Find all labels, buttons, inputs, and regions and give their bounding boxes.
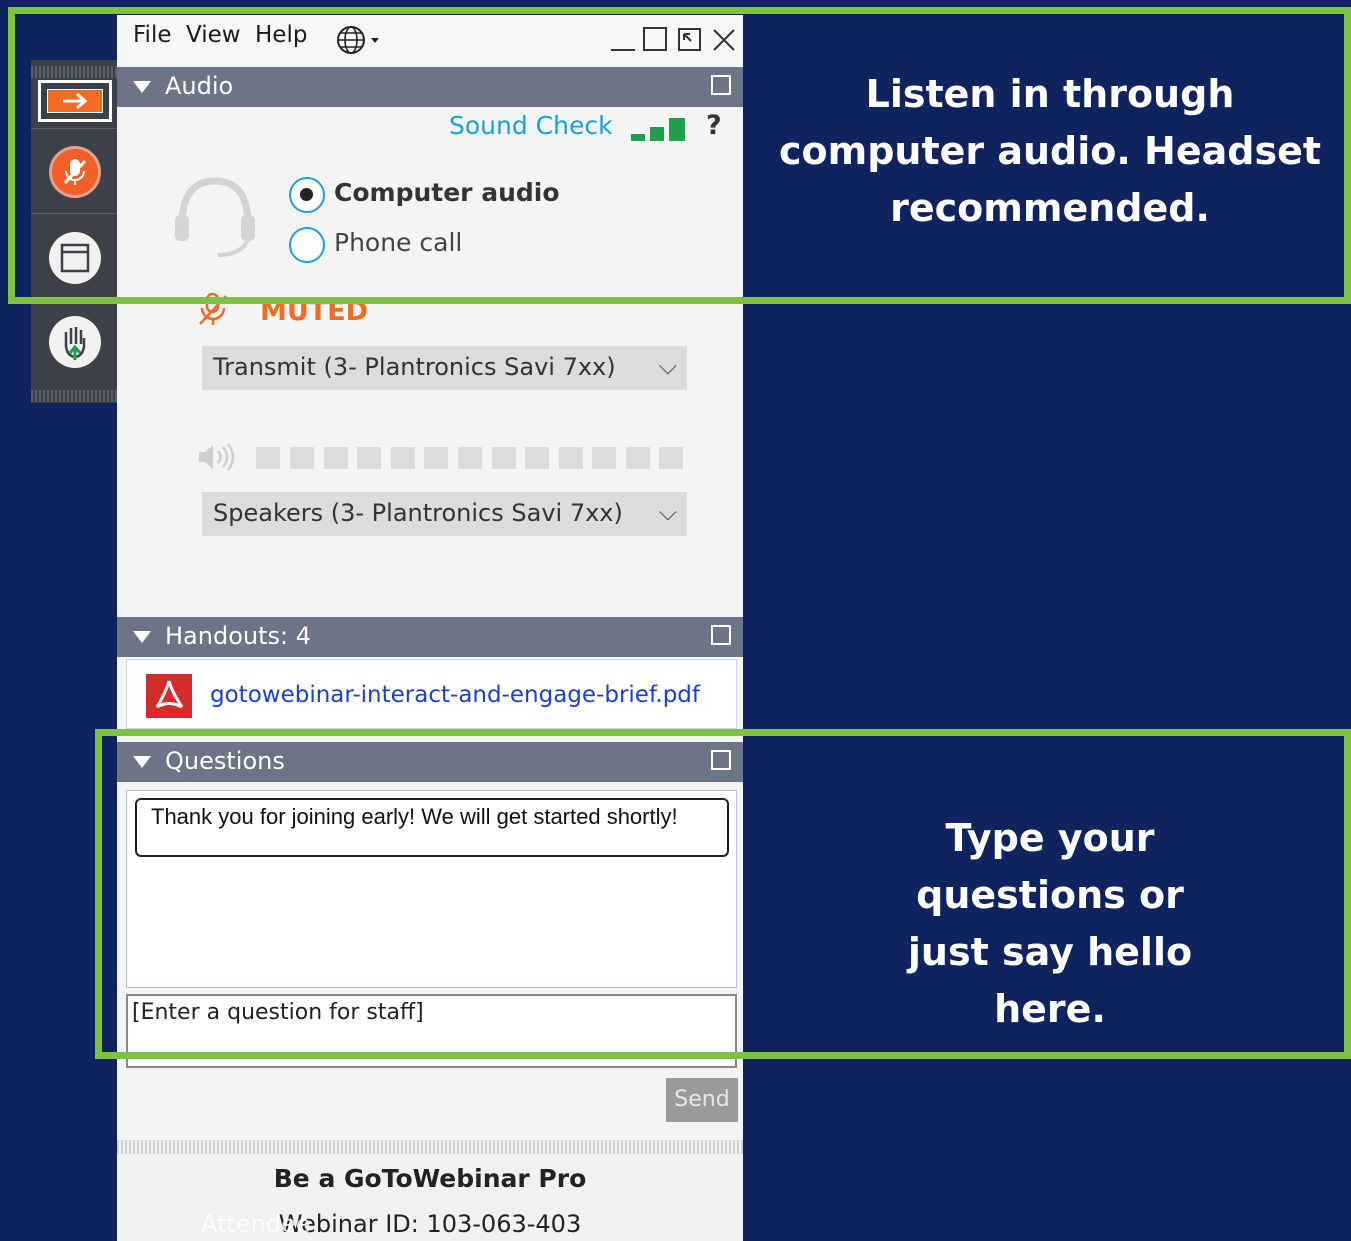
microphone-muted-icon [63, 159, 87, 185]
attendee-overlay: Attendee [201, 1210, 311, 1238]
audio-title: Audio [165, 72, 234, 100]
questions-callout: Type your questions or just say hello he… [907, 816, 1193, 1031]
send-button[interactable]: Send [666, 1078, 738, 1122]
audio-callout: Listen in through computer audio. Headse… [778, 72, 1322, 230]
computer-audio-label[interactable]: Computer audio [334, 178, 560, 207]
staff-message: Thank you for joining early! We will get… [135, 798, 729, 857]
handout-file-link[interactable]: gotowebinar-interact-and-engage-brief.pd… [210, 682, 700, 708]
staff-message-text: Thank you for joining early! We will get… [151, 804, 678, 829]
volume-meter-segment [424, 447, 448, 469]
maximize-icon[interactable] [642, 26, 670, 58]
popout-icon[interactable] [676, 26, 704, 58]
collapse-triangle-icon [133, 81, 151, 93]
volume-meter-segment [559, 447, 583, 469]
volume-meter-segment [324, 447, 348, 469]
menu-file[interactable]: File [133, 22, 172, 48]
volume-meter-segment [256, 447, 280, 469]
transmit-device-value: Transmit (3- Plantronics Savi 7xx) [213, 353, 616, 381]
volume-meter-segment [626, 447, 650, 469]
volume-meter-segment [290, 447, 314, 469]
phone-call-radio[interactable] [289, 227, 325, 263]
sound-check-link[interactable]: Sound Check [449, 111, 613, 140]
footer-divider [117, 1140, 743, 1154]
audio-help-button[interactable]: ? [706, 110, 722, 141]
popout-icon[interactable] [711, 750, 731, 770]
chevron-down-icon: ⌵ [658, 498, 677, 526]
raise-hand-button[interactable] [49, 316, 101, 368]
collapse-panel-button[interactable] [38, 80, 112, 122]
audio-section-header[interactable]: Audio [117, 67, 743, 107]
popout-icon[interactable] [711, 75, 731, 95]
signal-strength-icon [631, 116, 691, 146]
window-icon [60, 243, 90, 273]
collapse-triangle-icon [133, 631, 151, 643]
chevron-down-icon: ⌵ [658, 352, 677, 380]
close-icon[interactable] [710, 26, 738, 58]
question-input[interactable]: [Enter a question for staff] [126, 994, 737, 1068]
volume-meter-segment [659, 447, 683, 469]
volume-meter-segment [458, 447, 482, 469]
dock-grip-bottom[interactable] [31, 390, 117, 402]
muted-status: MUTED [260, 296, 369, 327]
questions-section-header[interactable]: Questions [117, 742, 743, 782]
raise-hand-icon [64, 327, 86, 360]
phone-call-label[interactable]: Phone call [334, 228, 462, 257]
volume-meter-segment [492, 447, 516, 469]
mute-microphone-button[interactable] [49, 146, 101, 198]
handouts-title: Handouts: 4 [165, 622, 311, 650]
questions-title: Questions [165, 747, 285, 775]
volume-meter-segment [592, 447, 616, 469]
screen-view-button[interactable] [49, 232, 101, 284]
popout-icon[interactable] [711, 625, 731, 645]
globe-icon[interactable] [335, 24, 387, 60]
pro-title: Be a GoToWebinar Pro [273, 1164, 587, 1193]
headset-icon [170, 175, 260, 269]
arrow-right-icon [47, 89, 103, 113]
dock-grip-top[interactable] [31, 66, 117, 78]
transmit-device-select[interactable]: Transmit (3- Plantronics Savi 7xx) ⌵ [202, 346, 687, 390]
speaker-device-select[interactable]: Speakers (3- Plantronics Savi 7xx) ⌵ [202, 492, 687, 536]
speaker-icon [196, 441, 240, 477]
menu-view[interactable]: View [186, 22, 241, 48]
minimize-icon[interactable] [609, 26, 637, 58]
volume-meter-segment [357, 447, 381, 469]
microphone-muted-icon [196, 292, 230, 332]
speaker-device-value: Speakers (3- Plantronics Savi 7xx) [213, 499, 623, 527]
pdf-file-icon [146, 674, 192, 718]
menu-help[interactable]: Help [255, 22, 307, 48]
collapse-triangle-icon [133, 756, 151, 768]
handouts-section-header[interactable]: Handouts: 4 [117, 617, 743, 657]
computer-audio-radio[interactable] [289, 177, 325, 213]
volume-meter-segment [391, 447, 415, 469]
volume-meter-segment [525, 447, 549, 469]
